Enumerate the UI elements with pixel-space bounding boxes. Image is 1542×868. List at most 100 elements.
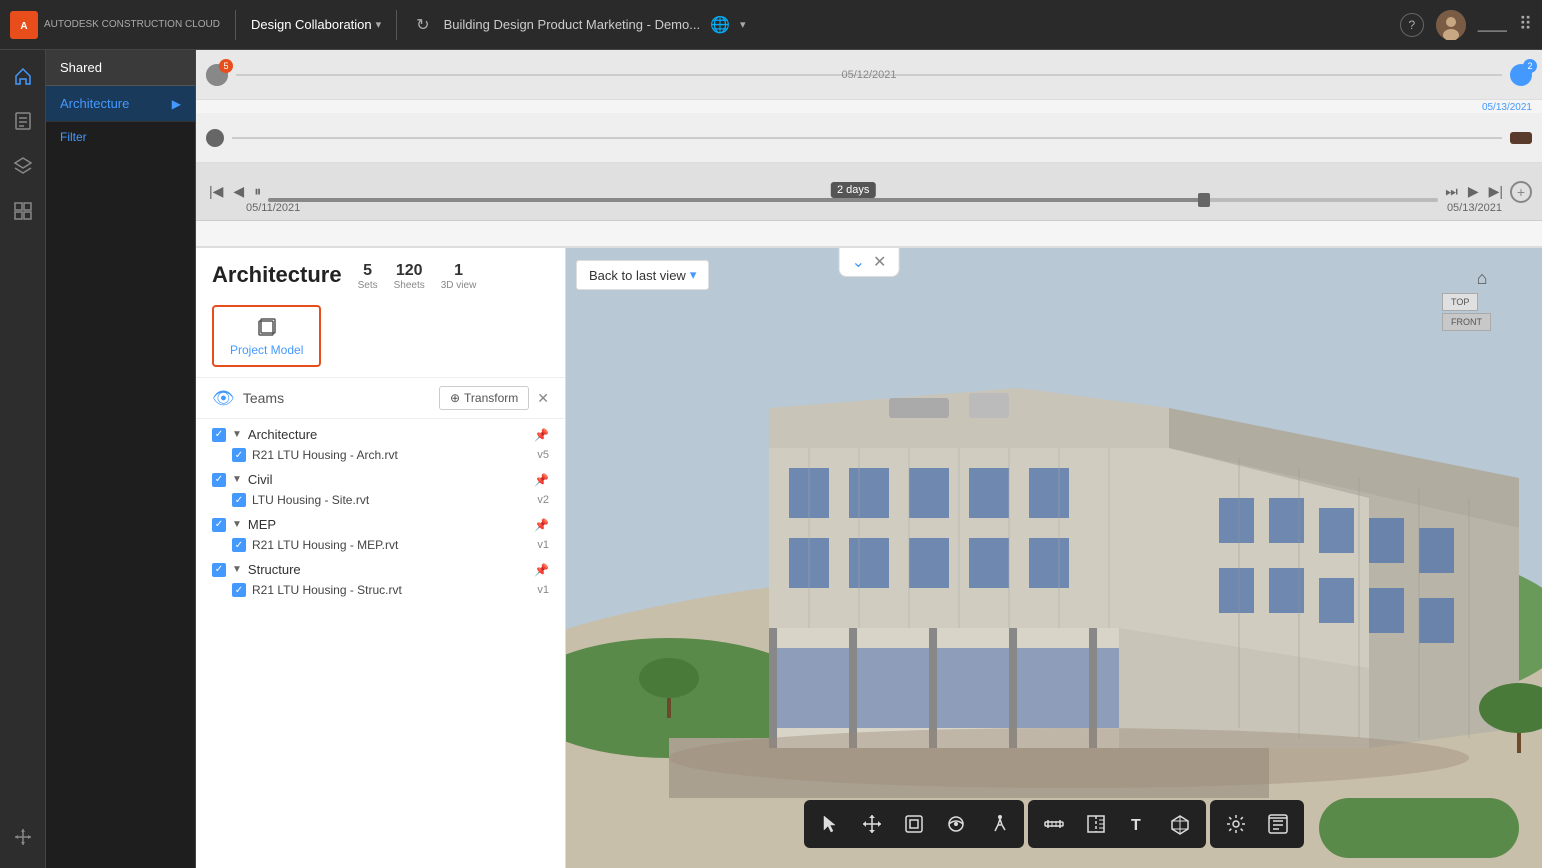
- project-model-label: Project Model: [230, 343, 303, 357]
- category-civil-checkbox[interactable]: [212, 473, 226, 487]
- civil-rvt-checkbox[interactable]: [232, 493, 246, 507]
- topbar-sep2: [396, 10, 397, 40]
- cube-front-face[interactable]: FRONT: [1442, 313, 1491, 331]
- user-avatar[interactable]: [1436, 10, 1466, 40]
- tl-prev[interactable]: ◀: [230, 180, 247, 203]
- project-model-tab[interactable]: Project Model: [212, 305, 321, 367]
- pan-tool-button[interactable]: [852, 804, 892, 844]
- user-name[interactable]: ____: [1478, 17, 1507, 32]
- tl-thumb[interactable]: [1198, 193, 1210, 207]
- tl-date-left: 05/11/2021: [246, 202, 300, 214]
- tl-fill: [268, 198, 1204, 202]
- transform-button[interactable]: ⊕ Transform: [439, 386, 529, 410]
- views-count: 1: [441, 262, 477, 280]
- waffle-menu-icon[interactable]: ⠿: [1519, 14, 1532, 35]
- panel-collapse-arrow[interactable]: ⌄: [848, 250, 869, 274]
- properties-tool-button[interactable]: [1258, 804, 1298, 844]
- filter-link[interactable]: Filter: [46, 122, 195, 152]
- category-arch-checkbox[interactable]: [212, 428, 226, 442]
- navigation-cube[interactable]: ⌂ TOP FRONT: [1442, 268, 1522, 348]
- select-tool-button[interactable]: [810, 804, 850, 844]
- tl-prev-start[interactable]: |◀: [206, 180, 226, 203]
- tl-dot2-end[interactable]: [1510, 132, 1532, 144]
- category-mep: ▼ MEP 📌 R21 LTU Housing - MEP.rvt v1: [212, 517, 549, 554]
- close-teams-button[interactable]: ✕: [537, 390, 549, 407]
- refresh-button[interactable]: ↻: [412, 11, 433, 39]
- architecture-tab[interactable]: Architecture ▶: [46, 86, 195, 122]
- civil-rvt-version: v2: [537, 494, 549, 506]
- sidebar-home-icon[interactable]: [7, 60, 39, 97]
- panel-close-button[interactable]: ✕: [869, 250, 890, 274]
- 3d-viewport[interactable]: Back to last view ▾ ⌂ TOP FRONT: [566, 248, 1542, 868]
- content-area: ⌄ ✕ Architecture 5 Sets 120 Sheets: [196, 248, 1542, 868]
- measure-tool-button[interactable]: [1034, 804, 1074, 844]
- tl-pause[interactable]: ⏸: [251, 180, 264, 203]
- sidebar-grid-icon[interactable]: [7, 195, 39, 232]
- category-structure: ▼ Structure 📌 R21 LTU Housing - Struc.rv…: [212, 562, 549, 599]
- settings-tool-button[interactable]: [1216, 804, 1256, 844]
- walk-tool-button[interactable]: [978, 804, 1018, 844]
- sheets-count: 120: [394, 262, 425, 280]
- help-button[interactable]: ?: [1400, 13, 1424, 37]
- arch-rvt-checkbox[interactable]: [232, 448, 246, 462]
- cat-structure-name: Structure: [248, 562, 301, 577]
- tl-next2[interactable]: ▶: [1465, 180, 1482, 203]
- cube-top-face[interactable]: TOP: [1442, 293, 1478, 311]
- tl-add-button[interactable]: +: [1510, 181, 1532, 203]
- main-layout: Shared Architecture ▶ Filter 5: [0, 50, 1542, 868]
- cat-civil-pin[interactable]: 📌: [534, 473, 549, 487]
- cat-mep-arrow[interactable]: ▼: [232, 519, 242, 530]
- timeline-badge-start: 5: [219, 59, 233, 73]
- cat-mep-name: MEP: [248, 517, 276, 532]
- home-icon[interactable]: ⌂: [1442, 268, 1522, 289]
- text-tool-button[interactable]: T: [1118, 804, 1158, 844]
- architecture-title: Architecture: [212, 262, 342, 288]
- back-to-view-button[interactable]: Back to last view ▾: [576, 260, 709, 290]
- model-tool-button[interactable]: [1160, 804, 1200, 844]
- timeline-dot-start[interactable]: 5: [206, 64, 228, 86]
- sidebar-layers-icon[interactable]: [7, 150, 39, 187]
- sidebar-sheets-icon[interactable]: [7, 105, 39, 142]
- project-model-icon: [255, 315, 279, 339]
- tl-next[interactable]: ⏭: [1442, 180, 1461, 203]
- eye-icon[interactable]: 👁: [212, 388, 235, 409]
- category-mep-checkbox[interactable]: [212, 518, 226, 532]
- cat-civil-arrow[interactable]: ▼: [232, 474, 242, 485]
- bottom-toolbar: T: [804, 800, 1304, 848]
- category-structure-checkbox[interactable]: [212, 563, 226, 577]
- fit-tool-button[interactable]: [894, 804, 934, 844]
- cat-structure-arrow[interactable]: ▼: [232, 564, 242, 575]
- cat-arch-pin[interactable]: 📌: [534, 428, 549, 442]
- globe-icon[interactable]: 🌐: [710, 15, 730, 35]
- topbar: A AUTODESK CONSTRUCTION CLOUD Design Col…: [0, 0, 1542, 50]
- orbit-tool-button[interactable]: [936, 804, 976, 844]
- mep-rvt-name: R21 LTU Housing - MEP.rvt: [252, 538, 531, 552]
- model-item-mep: R21 LTU Housing - MEP.rvt v1: [232, 536, 549, 554]
- tl-line2: [232, 137, 1502, 139]
- autodesk-logo[interactable]: A: [10, 11, 38, 39]
- back-to-view-label: Back to last view: [589, 268, 686, 283]
- section-tool-button[interactable]: [1076, 804, 1116, 844]
- structure-rvt-checkbox[interactable]: [232, 583, 246, 597]
- mep-rvt-checkbox[interactable]: [232, 538, 246, 552]
- cat-structure-pin[interactable]: 📌: [534, 563, 549, 577]
- shared-tab[interactable]: Shared: [46, 50, 195, 86]
- transform-icon: ⊕: [450, 391, 460, 405]
- cat-mep-pin[interactable]: 📌: [534, 518, 549, 532]
- timeline-slider[interactable]: 2 days: [268, 182, 1438, 202]
- civil-rvt-name: LTU Housing - Site.rvt: [252, 493, 531, 507]
- arch-rvt-name: R21 LTU Housing - Arch.rvt: [252, 448, 531, 462]
- left-panel: Shared Architecture ▶ Filter: [46, 50, 196, 868]
- timeline-dot-end[interactable]: 2: [1510, 64, 1532, 86]
- topbar-right: ? ____ ⠿: [1400, 10, 1532, 40]
- cat-arch-arrow[interactable]: ▼: [232, 429, 242, 440]
- tl-dot2[interactable]: [206, 129, 224, 147]
- model-item-arch: R21 LTU Housing - Arch.rvt v5: [232, 446, 549, 464]
- filter-label: Filter: [60, 130, 87, 144]
- app-name[interactable]: Design Collaboration ▾: [251, 17, 381, 32]
- stat-sets: 5 Sets: [358, 262, 378, 291]
- sets-count: 5: [358, 262, 378, 280]
- tl-next-end[interactable]: ▶|: [1486, 180, 1506, 203]
- project-dropdown-arrow[interactable]: ▾: [740, 18, 746, 31]
- sidebar-transform-icon[interactable]: [7, 821, 39, 858]
